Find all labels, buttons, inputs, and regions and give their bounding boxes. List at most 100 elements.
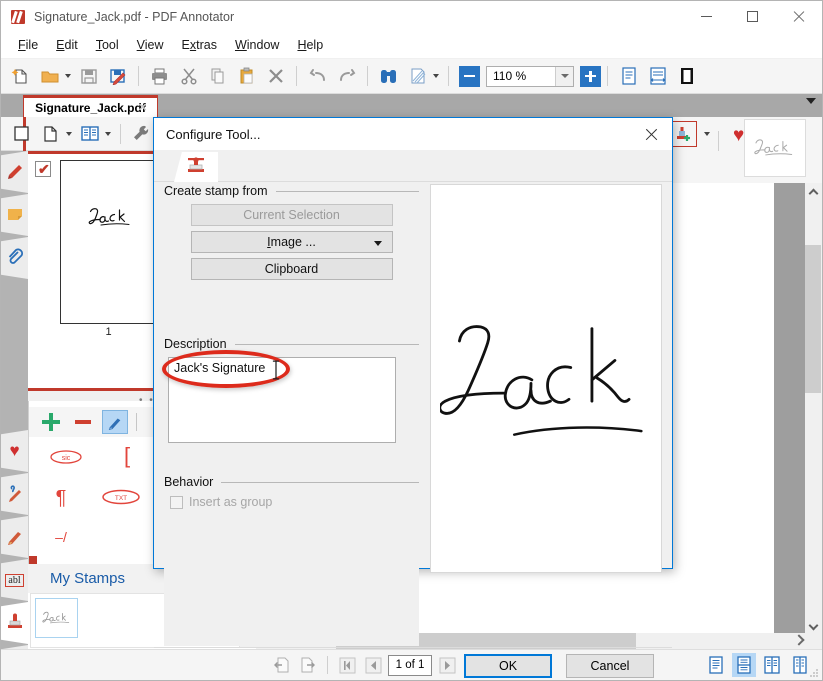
scroll-down-arrow-icon[interactable] [805,618,821,635]
document-vertical-scrollbar[interactable] [805,183,821,635]
remove-stamp-minus-icon[interactable] [70,410,96,434]
tab-overflow-chevron-down-icon[interactable] [806,98,816,104]
page-tool-icon[interactable] [38,121,63,146]
select-rectangle-icon[interactable] [9,121,34,146]
erase-page-icon[interactable] [405,64,430,89]
current-selection-button[interactable]: Current Selection [190,204,393,226]
stamp-bracket-open[interactable]: [ [117,443,137,469]
page-indicator-input[interactable]: 1 of 1 [388,654,432,676]
dialog-title: Configure Tool... [166,126,261,142]
image-button[interactable]: Image ... [190,231,393,253]
first-page-icon[interactable] [335,654,359,676]
stamp-slash[interactable]: –/ [49,527,73,547]
add-stamp-icon[interactable] [671,121,697,147]
single-page-view-icon[interactable] [704,653,728,677]
zoom-in-button[interactable] [580,65,601,87]
menu-edit[interactable]: Edit [47,35,87,55]
image-button-label: Image ... [267,235,316,249]
blue-pen-icon [6,484,24,505]
add-stamp-plus-icon[interactable] [38,410,64,434]
menu-help[interactable]: Help [288,35,332,55]
paperclip-icon [6,248,24,269]
sidebar-item-stamps[interactable] [1,602,28,644]
sidebar-item-pencil-tool[interactable] [1,516,28,558]
cancel-button[interactable]: Cancel [566,654,654,678]
scroll-right-arrow-icon[interactable] [793,634,805,646]
cut-scissors-icon[interactable] [176,64,201,89]
edit-stamp-pen-icon[interactable] [102,410,128,434]
copy-icon[interactable] [205,64,230,89]
sidebar-item-attachments[interactable] [1,237,28,279]
favorite-heart-icon[interactable]: ♥ [733,125,744,147]
full-page-icon[interactable] [674,64,699,89]
insert-as-group-checkbox[interactable] [170,495,183,509]
my-stamp-jack[interactable] [35,598,78,638]
image-dropdown-caret-icon[interactable] [373,241,382,246]
find-binoculars-icon[interactable] [376,64,401,89]
redo-arrow-icon[interactable] [334,64,359,89]
minimize-button[interactable] [683,1,729,32]
menu-tool[interactable]: Tool [87,35,128,55]
dialog-left-column: Create stamp from Current Selection Imag… [162,184,419,646]
dialog-tab-stamp[interactable] [174,152,218,182]
zoom-dropdown[interactable] [555,66,573,86]
undo-arrow-icon[interactable] [305,64,330,89]
dialog-title-bar: Configure Tool... [154,118,672,150]
close-button[interactable] [775,1,822,32]
wrench-settings-icon[interactable] [129,121,154,146]
stamp-paragraph[interactable]: ¶ [51,485,71,511]
clipboard-button[interactable]: Clipboard [190,258,393,280]
add-stamp-caret-icon[interactable] [704,132,710,136]
sidebar-item-favorites[interactable]: ♥ [1,430,28,472]
continuous-view-icon[interactable] [732,653,756,677]
menu-window[interactable]: Window [226,35,288,55]
page-tool-caret-icon[interactable] [66,131,72,136]
page-view-icon[interactable] [616,64,641,89]
sidebar-item-text-tool[interactable]: abl [1,559,28,601]
document-tab[interactable]: Signature_Jack.pdf ✕ [23,95,158,117]
next-view-icon[interactable] [296,654,320,676]
facing-pages-view-icon[interactable] [760,653,784,677]
open-folder-icon[interactable] [37,64,62,89]
save-icon[interactable] [76,64,101,89]
sidebar-item-notes[interactable] [1,194,28,236]
zoom-level-input[interactable]: 110 % [486,65,574,87]
page-thumbnail[interactable] [60,160,157,324]
open-dropdown-caret-icon[interactable] [65,74,71,78]
page-width-icon[interactable] [645,64,670,89]
ok-button[interactable]: OK [464,654,552,678]
resize-grip[interactable] [809,667,819,677]
sticky-note-icon [6,206,24,225]
paste-clipboard-icon[interactable] [234,64,259,89]
dialog-close-button[interactable] [630,118,672,150]
sidebar-item-pen-tool[interactable] [1,473,28,515]
book-view-caret-icon[interactable] [105,131,111,136]
print-icon[interactable] [147,64,172,89]
thumbnail-select-checkbox[interactable]: ✔ [35,161,51,177]
new-document-icon[interactable] [8,64,33,89]
menu-extras[interactable]: Extras [173,35,226,55]
sidebar-item-bookmarks[interactable] [1,151,28,193]
abl-text-icon: abl [5,573,24,587]
insert-as-group-checkbox-row[interactable]: Insert as group [170,495,419,509]
save-as-icon[interactable] [105,64,130,89]
delete-x-icon[interactable] [263,64,288,89]
zoom-out-button[interactable] [457,64,482,89]
book-view-icon[interactable] [77,121,102,146]
vertical-scroll-thumb[interactable] [805,245,821,393]
next-page-icon[interactable] [435,654,459,676]
previous-view-icon[interactable] [270,654,294,676]
active-stamp-preview[interactable] [744,119,806,177]
scroll-up-arrow-icon[interactable] [805,183,821,200]
erase-dropdown-caret-icon[interactable] [433,74,439,78]
signature-preview-icon [440,324,643,436]
stamp-oval-text[interactable]: TXT [101,487,141,507]
menu-file[interactable]: File [9,35,47,55]
previous-page-icon[interactable] [361,654,385,676]
check-icon: ✔ [38,161,50,177]
stamp-sic[interactable]: sic [49,447,83,467]
maximize-button[interactable] [729,1,775,32]
menu-view[interactable]: View [128,35,173,55]
my-stamps-title: My Stamps [50,570,126,587]
close-icon[interactable]: ✕ [138,103,148,114]
